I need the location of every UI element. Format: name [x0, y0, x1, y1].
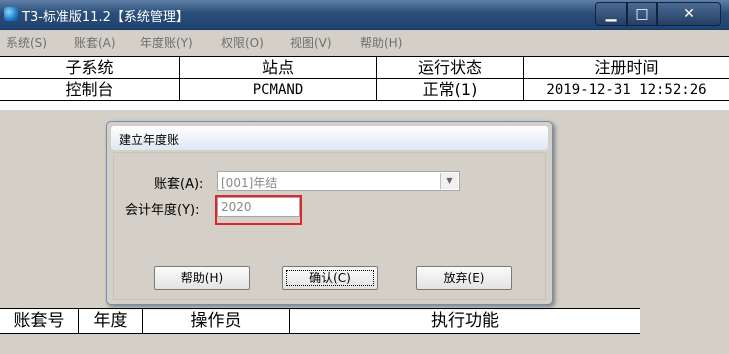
chevron-down-icon[interactable]: ▼ [440, 173, 458, 189]
table-cell-subsystem[interactable]: 控制台 [0, 79, 180, 101]
dialog-title-bar: 建立年度账 [111, 126, 548, 150]
minimize-button[interactable]: ▁ [595, 2, 627, 26]
year-label: 会计年度(Y): [125, 203, 200, 218]
column-header-operator[interactable]: 操作员 [143, 309, 290, 333]
column-header-account-no[interactable]: 账套号 [0, 309, 79, 333]
menu-help[interactable]: 帮助(H) [360, 34, 402, 51]
highlight-box [215, 195, 302, 225]
column-header-year[interactable]: 年度 [79, 309, 143, 333]
menu-account[interactable]: 账套(A) [74, 34, 116, 51]
menu-annual-account[interactable]: 年度账(Y) [140, 34, 193, 51]
column-header-register-time[interactable]: 注册时间 [524, 57, 729, 79]
cancel-button[interactable]: 放弃(E) [416, 266, 512, 290]
dialog-title: 建立年度账 [119, 133, 180, 147]
column-header-status[interactable]: 运行状态 [377, 57, 524, 79]
table-cell-status[interactable]: 正常(1) [377, 79, 524, 101]
title-bar: T3-标准版11.2【系统管理】 ▁ □ ✕ [0, 0, 729, 30]
focus-ring [286, 270, 374, 286]
dialog-body: 账套(A): [001]年结 ▼ 会计年度(Y): 帮助(H) 确认(C) 放弃… [113, 152, 546, 300]
table-cell-site[interactable]: PCMAND [180, 79, 377, 101]
menu-system[interactable]: 系统(S) [6, 34, 47, 51]
column-header-subsystem[interactable]: 子系统 [0, 57, 180, 79]
maximize-button[interactable]: □ [627, 2, 657, 26]
menu-view[interactable]: 视图(V) [290, 34, 332, 51]
close-button[interactable]: ✕ [657, 2, 721, 26]
menu-permissions[interactable]: 权限(O) [221, 34, 264, 51]
table-cell-register-time[interactable]: 2019-12-31 12:52:26 [524, 79, 729, 101]
help-button[interactable]: 帮助(H) [154, 266, 250, 290]
operation-table: 账套号 年度 操作员 执行功能 [0, 308, 640, 334]
column-header-site[interactable]: 站点 [180, 57, 377, 79]
app-icon [4, 7, 18, 21]
menu-bar: 系统(S) 账套(A) 年度账(Y) 权限(O) 视图(V) 帮助(H) [0, 30, 729, 52]
confirm-button[interactable]: 确认(C) [282, 266, 378, 290]
window-title: T3-标准版11.2【系统管理】 [22, 10, 189, 25]
account-select[interactable]: [001]年结 ▼ [217, 171, 460, 191]
account-label: 账套(A): [154, 177, 204, 192]
account-select-value: [001]年结 [221, 176, 278, 190]
column-header-function[interactable]: 执行功能 [290, 309, 640, 333]
create-annual-account-dialog: 建立年度账 账套(A): [001]年结 ▼ 会计年度(Y): 帮助(H) 确认… [106, 121, 553, 305]
subsystem-table: 子系统 站点 运行状态 注册时间 控制台 PCMAND 正常(1) 2019-1… [0, 56, 729, 110]
